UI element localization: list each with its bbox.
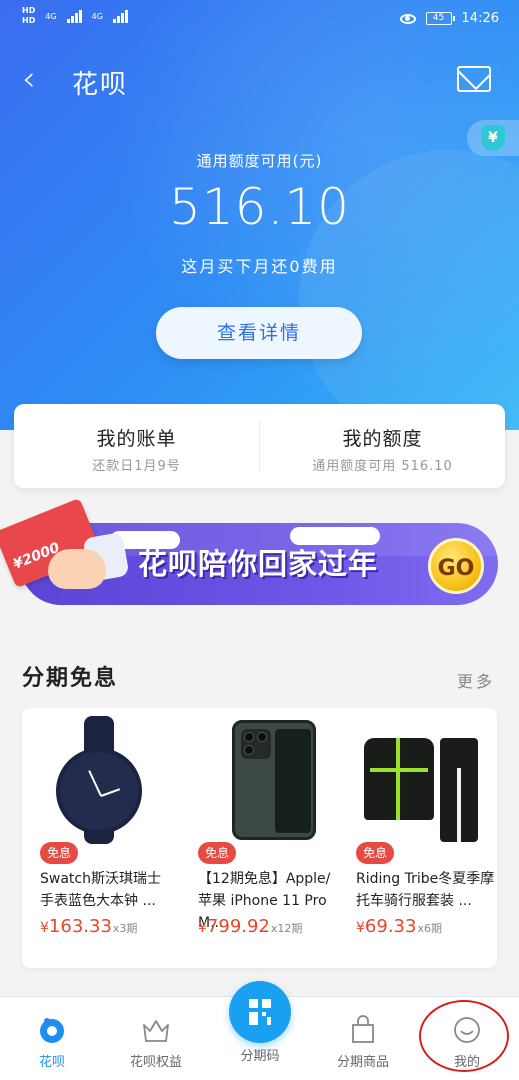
product-name-line2: 手表蓝色大本钟 ...	[40, 893, 156, 909]
tab-huabei-benefits[interactable]: 花呗权益	[106, 1015, 206, 1070]
riding-suit-image	[350, 716, 482, 844]
section-title: 分期免息	[22, 666, 119, 691]
eye-comfort-icon	[399, 13, 416, 24]
product-name-line1: Riding Tribe冬夏季摩	[356, 871, 495, 887]
installment-term: x3期	[112, 922, 138, 935]
my-quota-title: 我的额度	[342, 428, 423, 450]
price-value: 799.92	[206, 916, 270, 937]
pants-shape	[440, 738, 478, 842]
signal-icon	[112, 9, 128, 23]
status-left: HD HD 4G 4G	[22, 6, 128, 26]
sim1-label: HD	[22, 6, 36, 15]
network1-label: 4G	[45, 11, 57, 21]
my-bill-entry[interactable]: 我的账单 还款日1月9号	[14, 420, 259, 474]
battery-icon: 45	[425, 12, 455, 25]
sim2-label: HD	[22, 16, 36, 25]
product-name-line1: Swatch斯沃琪瑞士	[40, 871, 161, 887]
product-card[interactable]: 免息 【12期免息】Apple/ 苹果 iPhone 11 Pro M... ¥…	[180, 708, 338, 968]
product-card[interactable]: 免息 Swatch斯沃琪瑞士 手表蓝色大本钟 ... ¥163.33x3期	[22, 708, 180, 968]
tab-installment-goods[interactable]: 分期商品	[313, 1015, 413, 1070]
tab-installment-code[interactable]: 分期码	[210, 1045, 310, 1064]
chevron-left-icon[interactable]: ‹	[22, 62, 36, 96]
credit-amount: 516.10	[169, 178, 350, 236]
product-name: Riding Tribe冬夏季摩 托车骑行服套装 ...	[356, 868, 496, 912]
currency-symbol: ¥	[356, 920, 365, 936]
tab-label: 分期码	[240, 1049, 280, 1064]
currency-symbol: ¥	[198, 920, 207, 936]
credit-subtitle: 这月买下月还0费用	[181, 257, 338, 276]
product-name-line2: 托车骑行服套装 ...	[356, 893, 472, 909]
highlight-circle-annotation	[419, 1000, 509, 1072]
credit-label: 通用额度可用(元)	[196, 152, 323, 170]
interest-free-badge: 免息	[198, 842, 237, 864]
jacket-shape	[364, 738, 434, 820]
yuan-shield-icon: ¥	[481, 125, 505, 151]
my-bill-title: 我的账单	[96, 428, 177, 450]
product-price: ¥799.92x12期	[198, 916, 302, 937]
price-value: 163.33	[48, 916, 112, 937]
product-name-line1: 【12期免息】Apple/	[198, 871, 331, 887]
product-price: ¥69.33x6期	[356, 916, 442, 937]
phone-screen	[275, 729, 311, 833]
clock: 14:26	[461, 11, 499, 26]
crown-icon	[141, 1015, 171, 1045]
watch-image	[34, 716, 166, 844]
view-details-button[interactable]: 查看详情	[156, 307, 362, 359]
repayment-date: 还款日1月9号	[92, 459, 181, 474]
page-title: 花呗	[72, 70, 129, 100]
status-bar: HD HD 4G 4G 45 14:26	[0, 0, 519, 42]
battery-level: 45	[432, 13, 445, 23]
sim-indicators: HD HD	[22, 6, 35, 26]
iphone-image	[192, 716, 324, 844]
tab-huabei[interactable]: 花呗	[2, 1015, 102, 1070]
product-list: 免息 Swatch斯沃琪瑞士 手表蓝色大本钟 ... ¥163.33x3期 免息…	[22, 708, 497, 968]
hand-decoration	[48, 549, 106, 589]
phone-body	[232, 720, 316, 840]
signal-icon	[66, 9, 82, 23]
tab-label: 花呗权益	[129, 1055, 182, 1070]
my-quota-entry[interactable]: 我的额度 通用额度可用 516.10	[259, 420, 505, 474]
interest-free-badge: 免息	[40, 842, 79, 864]
product-price: ¥163.33x3期	[40, 916, 137, 937]
status-right: 45 14:26	[399, 11, 499, 26]
watch-face	[56, 748, 142, 834]
price-value: 69.33	[364, 916, 417, 937]
promo-banner[interactable]: ¥2000 花呗陪你回家过年 GO	[0, 497, 519, 605]
installment-term: x12期	[270, 922, 303, 935]
more-link[interactable]: 更多	[457, 668, 495, 692]
banner-text: 花呗陪你回家过年	[138, 547, 379, 581]
nav-bar: ‹ 花呗	[0, 58, 519, 102]
camera-module	[241, 729, 271, 759]
summary-card: 我的账单 还款日1月9号 我的额度 通用额度可用 516.10	[14, 404, 505, 488]
product-name: Swatch斯沃琪瑞士 手表蓝色大本钟 ...	[40, 868, 180, 912]
quota-available: 通用额度可用 516.10	[312, 459, 453, 474]
tab-label: 花呗	[38, 1055, 65, 1070]
go-button[interactable]: GO	[428, 538, 484, 594]
huabei-logo-icon	[37, 1015, 67, 1045]
installment-term: x6期	[417, 922, 442, 935]
tab-label: 分期商品	[336, 1055, 389, 1070]
mail-icon[interactable]	[457, 66, 491, 92]
qr-code-icon[interactable]	[229, 981, 291, 1043]
network2-label: 4G	[91, 11, 103, 21]
currency-symbol: ¥	[40, 920, 49, 936]
shopping-bag-icon	[348, 1015, 378, 1045]
interest-free-badge: 免息	[356, 842, 395, 864]
product-card[interactable]: 免息 Riding Tribe冬夏季摩 托车骑行服套装 ... ¥69.33x6…	[338, 708, 496, 968]
